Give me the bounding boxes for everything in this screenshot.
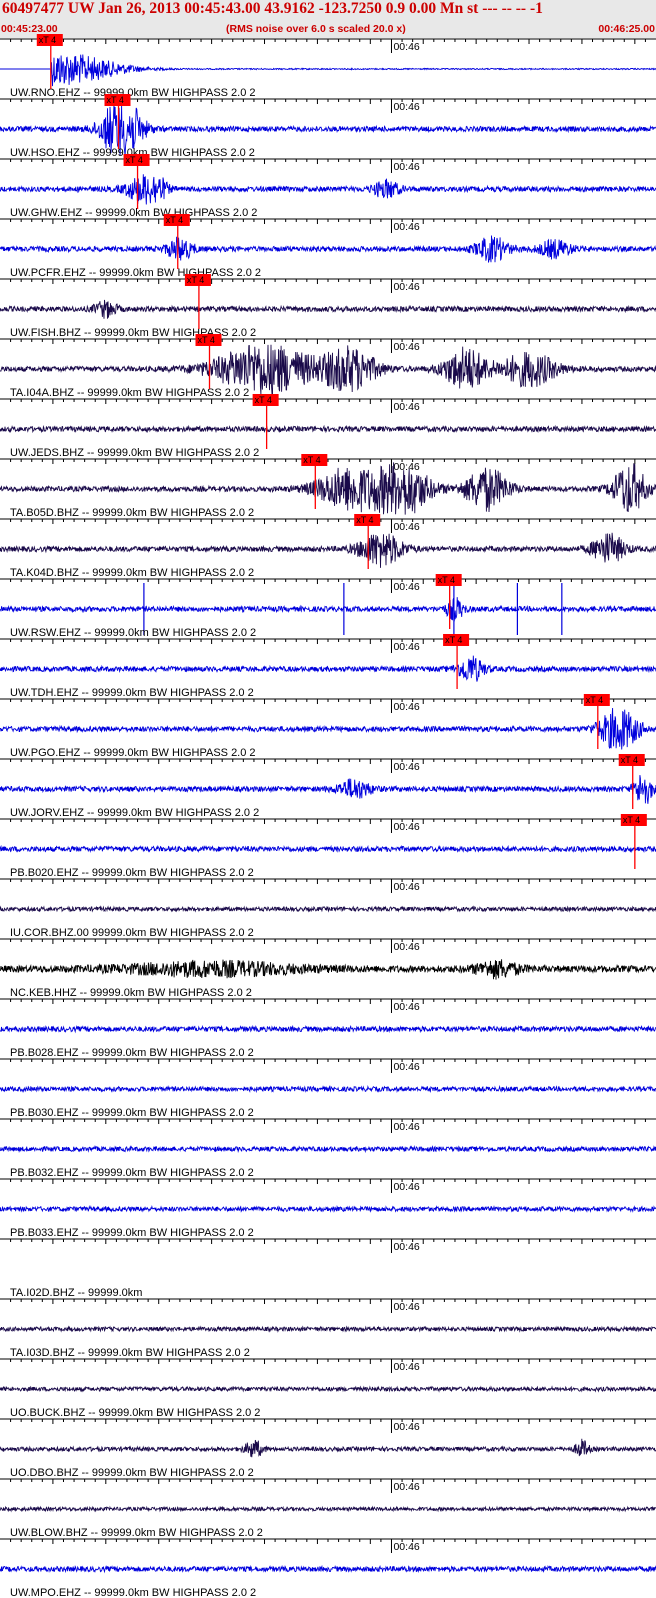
- pick-label: xT 4: [623, 815, 640, 825]
- minute-mark-label: 00:46: [393, 1241, 419, 1253]
- pick-label: xT 4: [621, 755, 638, 765]
- waveform-trace: [0, 1325, 656, 1333]
- station-label: PB.B020.EHZ -- 99999.0km BW HIGHPASS 2.0…: [10, 867, 254, 879]
- waveform-trace: [0, 532, 656, 568]
- waveform-trace: [0, 905, 656, 913]
- waveform-trace: [0, 1024, 656, 1034]
- pick-label: xT 4: [255, 395, 272, 405]
- minute-mark-label: 00:46: [393, 221, 419, 233]
- minute-mark-label: 00:46: [393, 941, 419, 953]
- pick-label: xT 4: [356, 515, 373, 525]
- minute-mark-label: 00:46: [393, 881, 419, 893]
- minute-mark-label: 00:46: [393, 1121, 419, 1133]
- station-label: IU.COR.BHZ.00 99999.0km BW HIGHPASS 2.0 …: [10, 927, 254, 939]
- pick-label: xT 4: [586, 695, 603, 705]
- station-label: UW.RSW.EHZ -- 99999.0km BW HIGHPASS 2.0 …: [10, 627, 256, 639]
- pick-label: xT 4: [445, 635, 462, 645]
- minute-mark-label: 00:46: [393, 641, 419, 653]
- minute-mark-label: 00:46: [393, 1181, 419, 1193]
- minute-mark-label: 00:46: [393, 1541, 419, 1553]
- minute-mark-label: 00:46: [393, 1001, 419, 1013]
- station-label: UW.JEDS.BHZ -- 99999.0km BW HIGHPASS 2.0…: [10, 447, 259, 459]
- station-label: UW.RNO.EHZ -- 99999.0km BW HIGHPASS 2.0 …: [10, 87, 256, 99]
- station-label: UW.MPO.EHZ -- 99999.0km BW HIGHPASS 2.0 …: [10, 1587, 256, 1598]
- station-label: TA.I03D.BHZ -- 99999.0km BW HIGHPASS 2.0…: [10, 1347, 250, 1359]
- pick-label: xT 4: [107, 95, 124, 105]
- minute-mark-label: 00:46: [393, 401, 419, 413]
- station-label: NC.KEB.HHZ -- 99999.0km BW HIGHPASS 2.0 …: [10, 987, 252, 999]
- minute-mark-label: 00:46: [393, 1481, 419, 1493]
- waveform-trace: [0, 54, 656, 87]
- waveform-trace: [0, 775, 656, 804]
- minute-mark-label: 00:46: [393, 461, 419, 473]
- waveform-trace: [0, 655, 656, 682]
- pick-label: xT 4: [126, 155, 143, 165]
- minute-mark-label: 00:46: [393, 161, 419, 173]
- waveform-trace: [0, 1385, 656, 1393]
- waveform-trace: [0, 174, 656, 205]
- station-label: UW.BLOW.BHZ -- 99999.0km BW HIGHPASS 2.0…: [10, 1527, 263, 1539]
- waveform-trace: [0, 959, 656, 980]
- waveform-trace: [0, 707, 656, 750]
- minute-mark-label: 00:46: [393, 521, 419, 533]
- pick-label: xT 4: [197, 335, 214, 345]
- station-label: UW.JORV.EHZ -- 99999.0km BW HIGHPASS 2.0…: [10, 807, 259, 819]
- waveform-trace: [0, 235, 656, 263]
- station-label: TA.I02D.BHZ -- 99999.0km: [10, 1287, 142, 1299]
- station-label: TA.B05D.BHZ -- 99999.0km BW HIGHPASS 2.0…: [10, 507, 254, 519]
- pick-label: xT 4: [166, 215, 183, 225]
- waveform-trace: [0, 1144, 656, 1154]
- station-label: UO.DBO.BHZ -- 99999.0km BW HIGHPASS 2.0 …: [10, 1467, 254, 1479]
- minute-mark-label: 00:46: [393, 821, 419, 833]
- station-label: TA.K04D.BHZ -- 99999.0km BW HIGHPASS 2.0…: [10, 567, 254, 579]
- waveform-trace: [0, 299, 656, 319]
- minute-mark-label: 00:46: [393, 281, 419, 293]
- station-label: PB.B030.EHZ -- 99999.0km BW HIGHPASS 2.0…: [10, 1107, 254, 1119]
- minute-mark-label: 00:46: [393, 101, 419, 113]
- station-label: UW.TDH.EHZ -- 99999.0km BW HIGHPASS 2.0 …: [10, 687, 254, 699]
- minute-mark-label: 00:46: [393, 1301, 419, 1313]
- minute-mark-label: 00:46: [393, 1061, 419, 1073]
- minute-mark-label: 00:46: [393, 701, 419, 713]
- waveform-trace: [0, 1204, 656, 1213]
- waveform-trace: [0, 1564, 656, 1574]
- minute-mark-label: 00:46: [393, 1421, 419, 1433]
- minute-mark-label: 00:46: [393, 341, 419, 353]
- station-label: PB.B033.EHZ -- 99999.0km BW HIGHPASS 2.0…: [10, 1227, 254, 1239]
- waveform-trace: [0, 424, 656, 434]
- minute-mark-label: 00:46: [393, 41, 419, 53]
- pick-label: xT 4: [187, 275, 204, 285]
- waveform-trace: [0, 1084, 656, 1094]
- waveform-trace: [0, 844, 656, 854]
- minute-mark-label: 00:46: [393, 1361, 419, 1373]
- station-label: UO.BUCK.BHZ -- 99999.0km BW HIGHPASS 2.0…: [10, 1407, 260, 1419]
- station-label: UW.PCFR.EHZ -- 99999.0km BW HIGHPASS 2.0…: [10, 267, 261, 279]
- station-label: UW.GHW.EHZ -- 99999.0km BW HIGHPASS 2.0 …: [10, 207, 257, 219]
- waveform-trace: [0, 597, 656, 622]
- pick-label: xT 4: [39, 35, 56, 45]
- station-label: PB.B028.EHZ -- 99999.0km BW HIGHPASS 2.0…: [10, 1047, 254, 1059]
- station-label: UW.PGO.EHZ -- 99999.0km BW HIGHPASS 2.0 …: [10, 747, 256, 759]
- waveform-trace: [0, 1505, 656, 1513]
- pick-label: xT 4: [438, 575, 455, 585]
- station-label: PB.B032.EHZ -- 99999.0km BW HIGHPASS 2.0…: [10, 1167, 254, 1179]
- station-label: TA.I04A.BHZ -- 99999.0km BW HIGHPASS 2.0…: [10, 387, 249, 399]
- pick-label: xT 4: [303, 455, 320, 465]
- minute-mark-label: 00:46: [393, 761, 419, 773]
- seismogram-plot: 00:46 UW.RNO.EHZ -- 99999.0km BW HIGHPASS…: [0, 34, 656, 1598]
- waveform-trace: [0, 1438, 656, 1458]
- minute-mark-label: 00:46: [393, 581, 419, 593]
